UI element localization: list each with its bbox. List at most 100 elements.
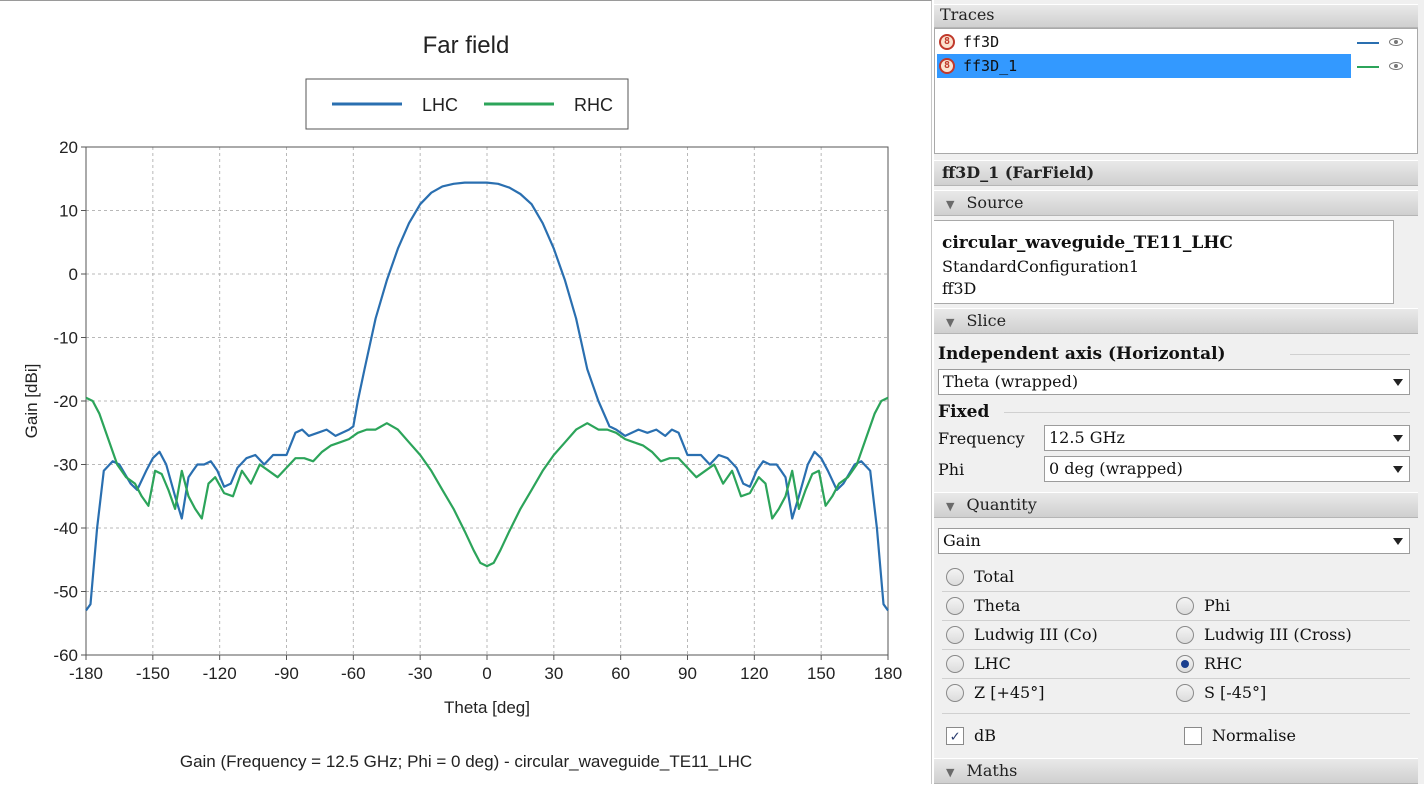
maths-section-header[interactable]: ▼ Maths <box>934 758 1418 784</box>
source-configuration: StandardConfiguration1 <box>942 257 1140 276</box>
collapse-triangle-icon: ▼ <box>946 316 955 329</box>
db-checkbox[interactable]: ✓ <box>946 727 964 745</box>
slice-section-header[interactable]: ▼ Slice <box>934 308 1418 334</box>
trace-color-line <box>1357 42 1379 44</box>
frequency-value: 12.5 GHz <box>1049 428 1125 447</box>
radio-ludwig-co[interactable] <box>946 626 964 644</box>
x-tick-label: 0 <box>482 664 491 683</box>
dropdown-arrow-icon <box>1393 538 1403 545</box>
y-tick-label: -60 <box>53 646 78 665</box>
radio-row-separator <box>942 620 1410 621</box>
frequency-select[interactable]: 12.5 GHz <box>1044 425 1410 451</box>
radio-total[interactable] <box>946 568 964 586</box>
group-separator <box>1004 412 1410 413</box>
chart-grid <box>86 147 888 655</box>
dropdown-arrow-icon <box>1393 466 1403 473</box>
radio-rhc[interactable] <box>1176 655 1194 673</box>
radio-phi[interactable] <box>1176 597 1194 615</box>
farfield-trace-icon: 8 <box>939 34 955 50</box>
y-tick-label: -40 <box>53 519 78 538</box>
y-axis-label: Gain [dBi] <box>22 364 41 439</box>
x-tick-label: -30 <box>408 664 433 683</box>
x-tick-label: -120 <box>203 664 237 683</box>
radio-ludwig-cross-label: Ludwig III (Cross) <box>1204 625 1352 644</box>
y-tick-label: -50 <box>53 583 78 602</box>
quantity-select[interactable]: Gain <box>938 528 1410 554</box>
radio-ludwig-cross[interactable] <box>1176 626 1194 644</box>
trace-label: ff3D_1 <box>963 57 1018 75</box>
source-section-header[interactable]: ▼ Source <box>934 190 1418 216</box>
x-tick-label: 60 <box>611 664 630 683</box>
chart-legend: LHC RHC <box>305 78 629 130</box>
collapse-triangle-icon: ▼ <box>946 766 955 779</box>
dropdown-arrow-icon <box>1393 435 1403 442</box>
trace-label: ff3D <box>963 33 1000 51</box>
eye-icon[interactable] <box>1389 62 1403 70</box>
x-axis-label: Theta [deg] <box>444 698 530 717</box>
db-checkbox-label: dB <box>974 726 996 745</box>
source-text-box: circular_waveguide_TE11_LHC StandardConf… <box>934 220 1394 304</box>
legend-label-rhc: RHC <box>574 95 613 115</box>
independent-axis-label: Independent axis (Horizontal) <box>938 344 1226 364</box>
y-tick-label: 20 <box>59 138 78 157</box>
y-tick-label: -30 <box>53 456 78 475</box>
collapse-triangle-icon: ▼ <box>946 500 955 513</box>
normalise-checkbox-label: Normalise <box>1212 726 1296 745</box>
fixed-label: Fixed <box>938 402 990 422</box>
x-tick-label: 120 <box>740 664 768 683</box>
quantity-section-header[interactable]: ▼ Quantity <box>934 492 1418 518</box>
radio-total-label: Total <box>974 567 1015 586</box>
radio-phi-label: Phi <box>1204 596 1231 615</box>
far-field-chart[interactable]: Far field LHC RHC -180 -150 -120 -90 -60 -30 0… <box>0 1 932 785</box>
phi-select[interactable]: 0 deg (wrapped) <box>1044 456 1410 482</box>
chart-series <box>85 181 889 612</box>
traces-list[interactable]: 8 ff3D 8 ff3D_1 <box>934 28 1418 154</box>
x-tick-label: -90 <box>274 664 299 683</box>
dropdown-arrow-icon <box>1393 379 1403 386</box>
radio-lhc-label: LHC <box>974 654 1011 673</box>
y-tick-label: -20 <box>53 392 78 411</box>
trace-color-line <box>1357 66 1379 68</box>
source-model-name: circular_waveguide_TE11_LHC <box>942 233 1233 253</box>
quantity-value: Gain <box>943 531 981 550</box>
y-tick-label: 10 <box>59 202 78 221</box>
trace-item-ff3d-1[interactable]: 8 ff3D_1 <box>937 54 1351 78</box>
radio-row-separator <box>942 649 1410 650</box>
y-tick-label: 0 <box>69 265 78 284</box>
properties-side-panel: Traces 8 ff3D 8 ff3D_1 ff3D_1 (FarField)… <box>934 0 1424 784</box>
x-tick-label: -150 <box>136 664 170 683</box>
frequency-label: Frequency <box>938 429 1025 448</box>
chart-caption: Gain (Frequency = 12.5 GHz; Phi = 0 deg)… <box>180 752 752 771</box>
quantity-header-label: Quantity <box>966 495 1037 514</box>
maths-header-label: Maths <box>966 761 1018 780</box>
x-tick-label: -60 <box>341 664 366 683</box>
properties-title-bar: ff3D_1 (FarField) <box>934 160 1418 186</box>
chart-title: Far field <box>423 32 510 59</box>
trace-item-ff3d[interactable]: 8 ff3D <box>937 30 1351 54</box>
eye-icon[interactable] <box>1389 38 1403 46</box>
radio-theta-label: Theta <box>974 596 1021 615</box>
radio-theta[interactable] <box>946 597 964 615</box>
x-tick-label: 90 <box>678 664 697 683</box>
independent-axis-value: Theta (wrapped) <box>943 372 1079 391</box>
traces-header-label: Traces <box>940 5 995 24</box>
radio-ludwig-co-label: Ludwig III (Co) <box>974 625 1098 644</box>
traces-header: Traces <box>934 4 1418 28</box>
far-field-plot-pane[interactable]: Far field LHC RHC -180 -150 -120 -90 -60 -30 0… <box>0 0 932 784</box>
radio-row-separator <box>942 713 1410 714</box>
x-tick-label: 150 <box>807 664 835 683</box>
radio-z45[interactable] <box>946 684 964 702</box>
radio-rhc-label: RHC <box>1204 654 1243 673</box>
radio-z45-label: Z [+45°] <box>974 683 1045 702</box>
collapse-triangle-icon: ▼ <box>946 198 955 211</box>
radio-lhc[interactable] <box>946 655 964 673</box>
independent-axis-select[interactable]: Theta (wrapped) <box>938 369 1410 395</box>
phi-value: 0 deg (wrapped) <box>1049 459 1183 478</box>
radio-s45[interactable] <box>1176 684 1194 702</box>
normalise-checkbox[interactable] <box>1184 727 1202 745</box>
series-line-lhc <box>85 181 889 612</box>
axis-ticks: -180 -150 -120 -90 -60 -30 0 30 60 90 120 150 180 20 1… <box>53 138 902 683</box>
legend-label-lhc: LHC <box>422 95 458 115</box>
x-tick-label: 180 <box>874 664 902 683</box>
source-header-label: Source <box>966 193 1024 212</box>
